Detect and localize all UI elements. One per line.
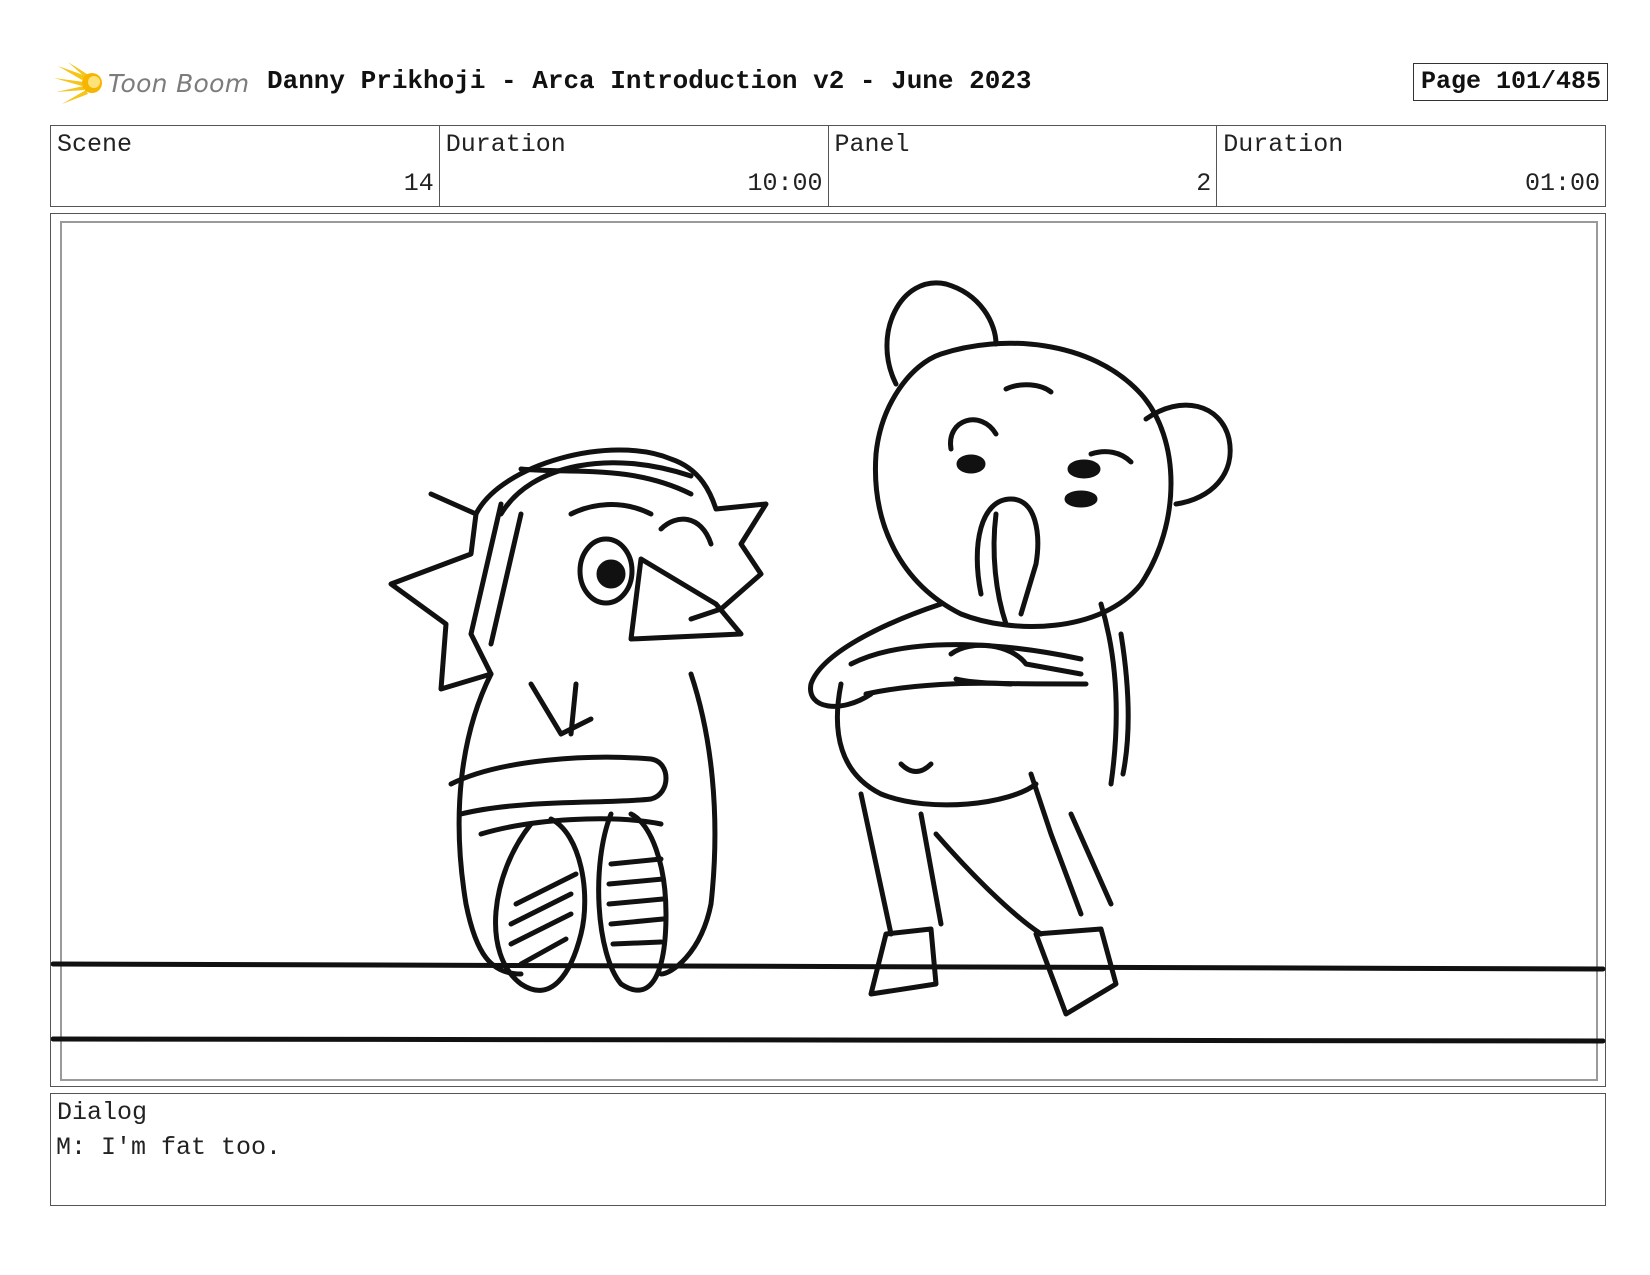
scene-duration-value: 10:00: [747, 169, 823, 198]
scene-value: 14: [403, 169, 434, 198]
toon-boom-logo: Toon Boom: [52, 58, 252, 110]
panel-value: 2: [1196, 169, 1212, 198]
panel-duration-cell: Duration 01:00: [1217, 126, 1605, 206]
scene-duration-label: Duration: [445, 130, 566, 159]
dialog-box: Dialog M: I'm fat too.: [50, 1093, 1606, 1206]
horizon-line: [51, 961, 1606, 972]
panel-duration-value: 01:00: [1524, 169, 1600, 198]
floor-line: [51, 1036, 1606, 1044]
flash-icon: [54, 62, 102, 104]
dialog-label: Dialog: [57, 1098, 148, 1127]
page-number: Page 101/485: [1412, 63, 1608, 101]
scene-label: Scene: [57, 130, 133, 159]
scene-info-row: Scene 14 Duration 10:00 Panel 2 Duration…: [50, 125, 1606, 207]
document-title: Danny Prikhoji - Arca Introduction v2 - …: [267, 66, 1032, 96]
panel-label: Panel: [834, 130, 910, 159]
panel-duration-label: Duration: [1223, 130, 1344, 159]
sitting-character: [388, 447, 769, 993]
panel-cell: Panel 2: [829, 126, 1218, 206]
panel-sketch: [51, 280, 1606, 1044]
storyboard-panel: [50, 213, 1606, 1087]
storyboard-header: Toon Boom Danny Prikhoji - Arca Introduc…: [52, 58, 1608, 110]
bear-character: [808, 280, 1233, 1017]
scene-cell: Scene 14: [51, 126, 440, 206]
logo-text: Toon Boom: [108, 69, 250, 98]
scene-duration-cell: Duration 10:00: [440, 126, 829, 206]
dialog-text: M: I'm fat too.: [56, 1133, 282, 1162]
